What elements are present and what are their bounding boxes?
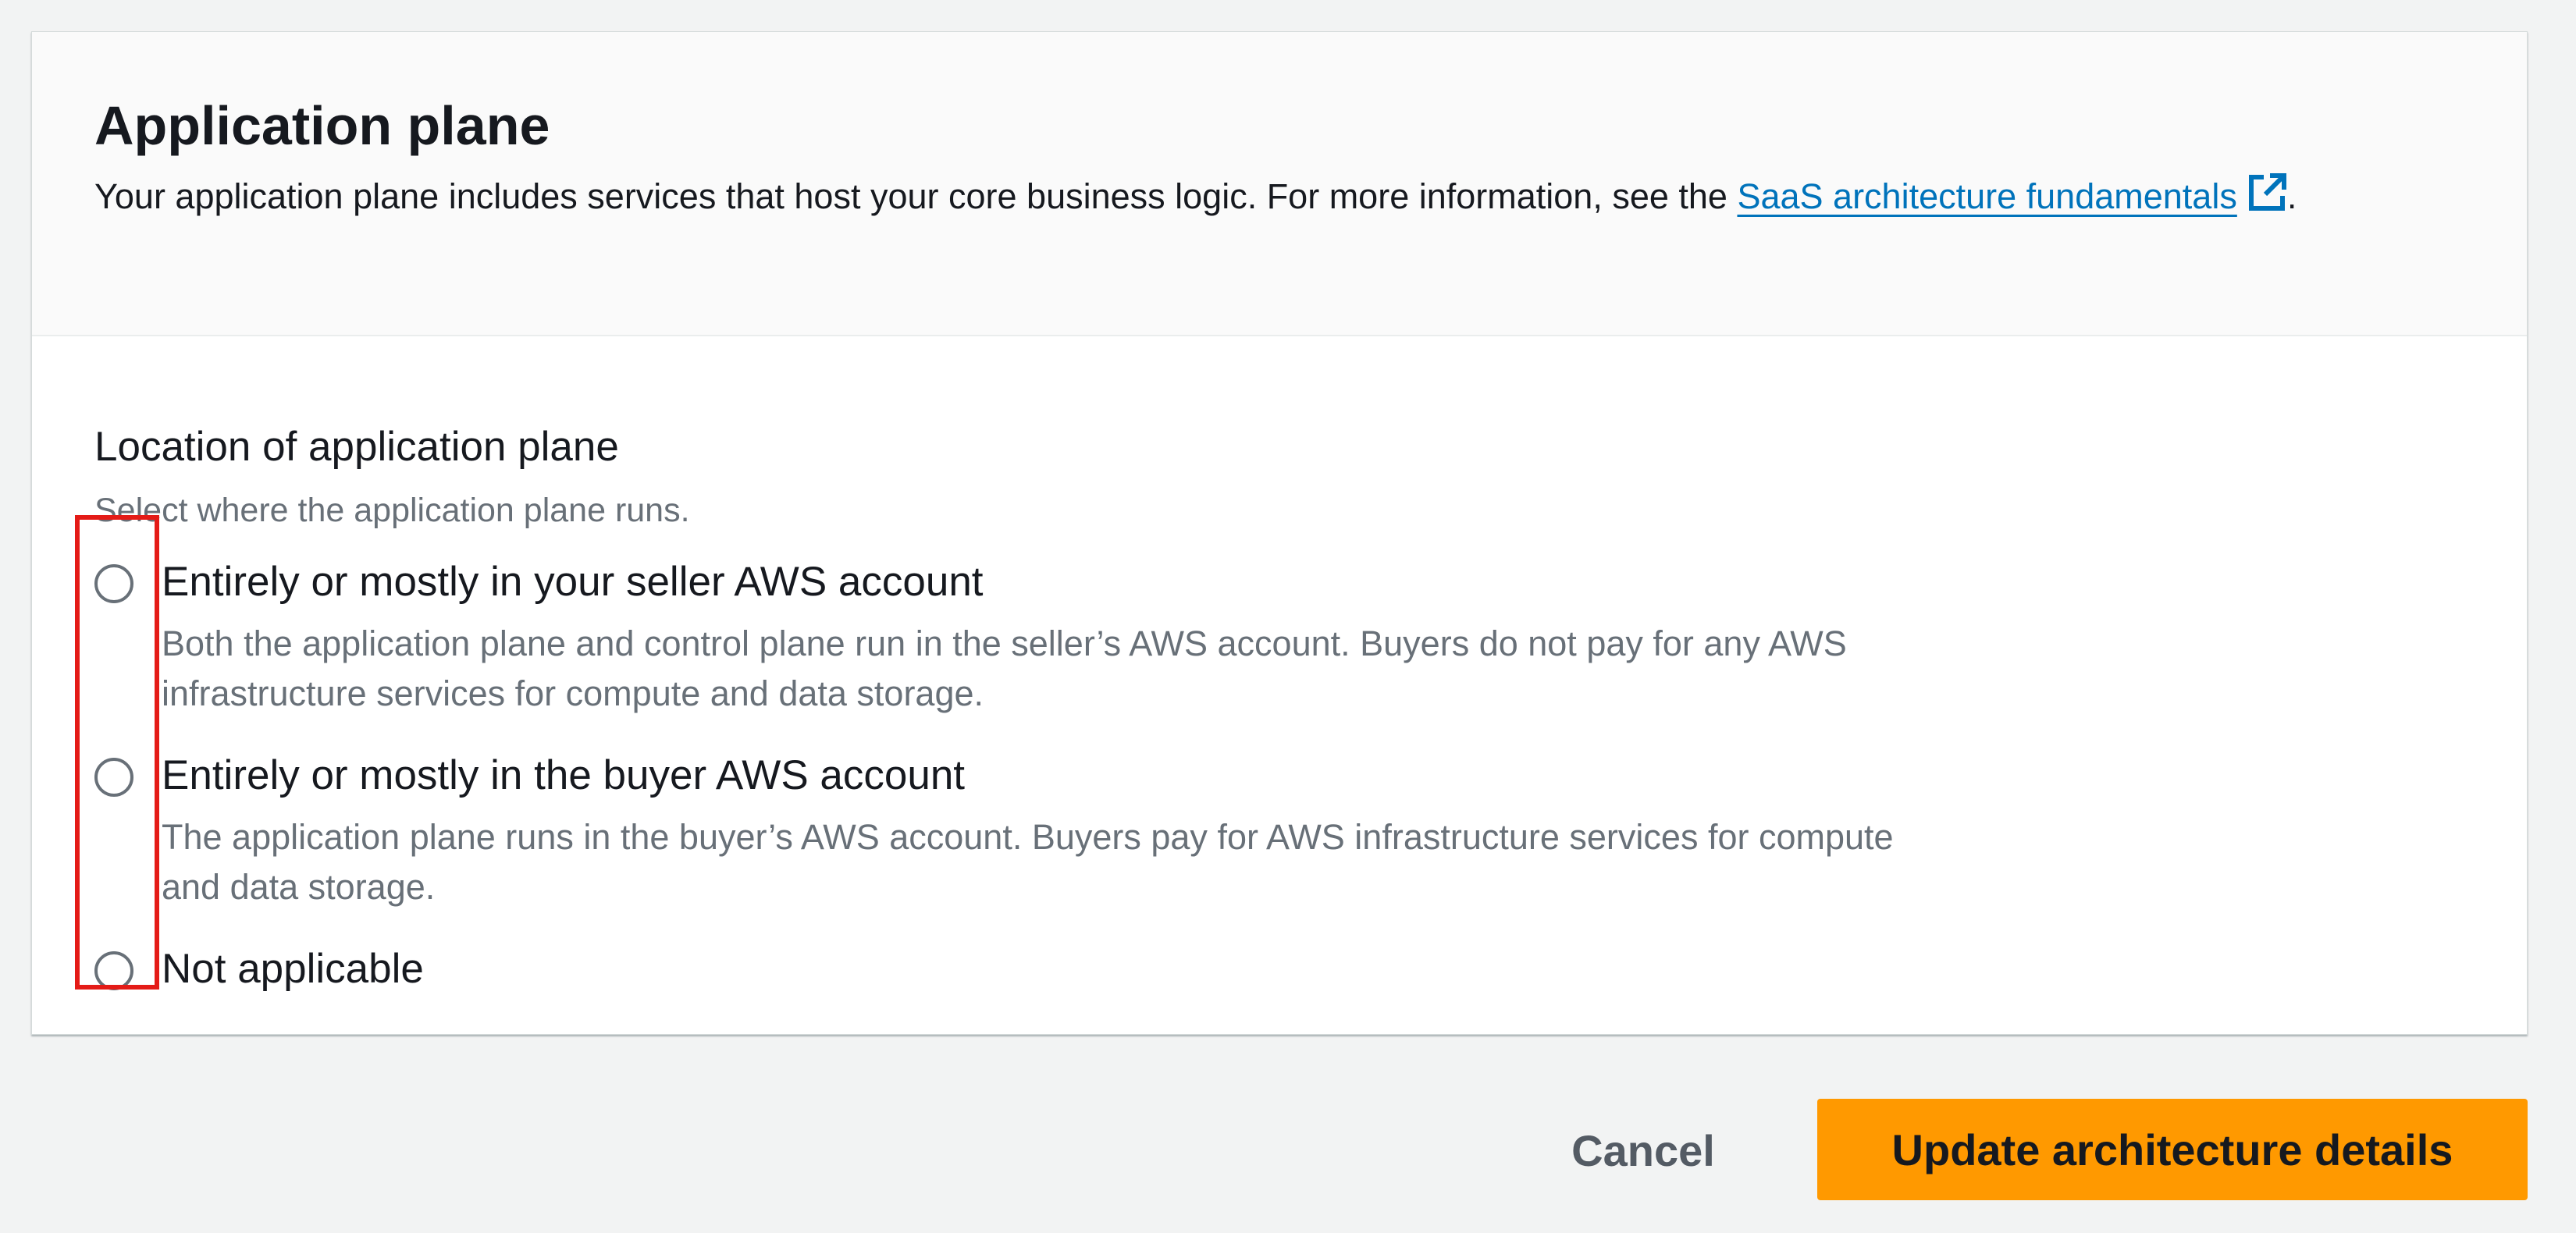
field-label: Location of application plane [94, 424, 619, 470]
panel-header: Application plane Your application plane… [32, 32, 2527, 336]
radio-option-buyer-account[interactable]: Entirely or mostly in the buyer AWS acco… [94, 748, 1968, 907]
update-architecture-details-button[interactable]: Update architecture details [1817, 1099, 2528, 1200]
cancel-button[interactable]: Cancel [1546, 1100, 1741, 1200]
radio-label-buyer-account: Entirely or mostly in the buyer AWS acco… [162, 752, 966, 798]
saas-architecture-link-text: SaaS architecture fundamentals [1737, 176, 2237, 216]
application-plane-panel: Application plane Your application plane… [31, 31, 2528, 1035]
radio-description-buyer-account: The application plane runs in the buyer’… [162, 817, 1894, 907]
radio-label-seller-account: Entirely or mostly in your seller AWS ac… [162, 559, 984, 605]
panel-description-text: Your application plane includes services… [94, 176, 1738, 216]
radio-button-not-applicable[interactable] [94, 951, 133, 990]
radio-label-not-applicable: Not applicable [162, 946, 424, 992]
radio-option-seller-account[interactable]: Entirely or mostly in your seller AWS ac… [94, 555, 1968, 713]
panel-description: Your application plane includes services… [94, 171, 2358, 226]
radio-description-seller-account: Both the application plane and control p… [162, 624, 1847, 713]
radio-button-seller-account[interactable] [94, 564, 133, 603]
saas-architecture-link[interactable]: SaaS architecture fundamentals [1737, 176, 2236, 216]
field-description: Select where the application plane runs. [94, 492, 690, 529]
radio-option-not-applicable[interactable]: Not applicable [94, 942, 1968, 1004]
panel-title: Application plane [94, 95, 550, 156]
radio-button-buyer-account[interactable] [94, 758, 133, 797]
panel-description-suffix: . [2286, 176, 2297, 216]
external-link-icon[interactable] [2247, 172, 2287, 226]
